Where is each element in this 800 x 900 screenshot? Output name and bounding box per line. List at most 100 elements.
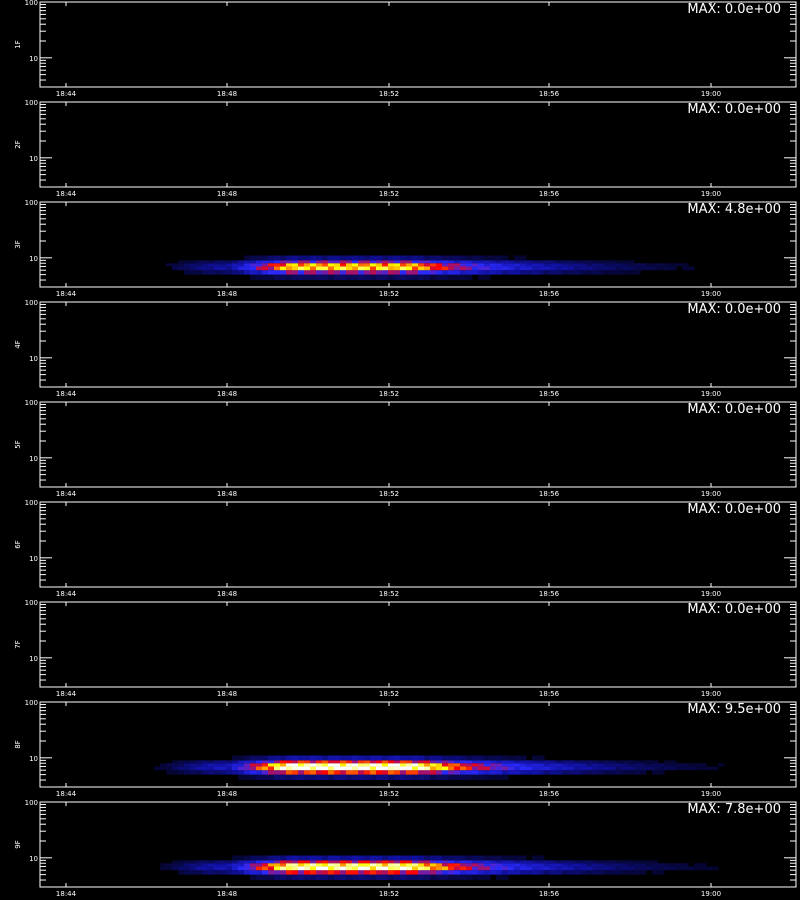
heat-cell — [316, 766, 323, 771]
heat-cell — [244, 770, 251, 775]
heat-cell — [442, 870, 449, 875]
heat-cell — [586, 860, 593, 864]
heat-cell — [268, 255, 275, 261]
heat-cell — [532, 266, 539, 271]
heat-cell — [580, 863, 587, 867]
heat-cell — [694, 763, 701, 767]
heat-cell — [244, 263, 251, 267]
heat-cell — [484, 863, 491, 867]
heat-cell — [250, 774, 257, 781]
heat-cell — [280, 255, 287, 261]
heat-cell — [502, 860, 509, 864]
heat-cell — [472, 755, 479, 761]
heat-cell — [574, 770, 581, 775]
heat-cell — [376, 274, 383, 281]
heat-cell — [502, 874, 509, 881]
heat-cell — [472, 263, 479, 267]
heat-cell — [346, 263, 353, 267]
heat-cell — [400, 266, 407, 271]
heat-cell — [424, 763, 431, 767]
heat-cell — [472, 766, 479, 771]
heat-cell — [274, 266, 281, 271]
heat-cell — [634, 263, 641, 267]
heat-cell — [532, 760, 539, 764]
heat-cell — [646, 263, 653, 267]
heat-cell — [514, 760, 521, 764]
heat-cell — [676, 863, 683, 867]
heat-cell — [670, 766, 677, 771]
heat-cell — [388, 863, 395, 867]
heat-cell — [394, 855, 401, 861]
heat-cell — [154, 766, 161, 771]
heat-cell — [454, 863, 461, 867]
heat-cell — [340, 263, 347, 267]
x-tick-label: 18:52 — [379, 290, 399, 298]
heat-cell — [322, 263, 329, 267]
heat-cell — [286, 260, 293, 264]
heat-cell — [460, 760, 467, 764]
heat-cell — [286, 266, 293, 271]
heat-cell — [238, 774, 245, 781]
heat-cell — [358, 760, 365, 764]
heat-cell — [334, 774, 341, 781]
heat-cell — [484, 270, 491, 275]
heat-cell — [394, 760, 401, 764]
heat-cell — [586, 763, 593, 767]
heat-cell — [550, 770, 557, 775]
heat-cell — [436, 763, 443, 767]
heat-cell — [472, 855, 479, 861]
heat-cell — [172, 266, 179, 271]
heat-cell — [454, 874, 461, 881]
heat-cell — [262, 763, 269, 767]
heat-cell — [322, 855, 329, 861]
heat-cell — [292, 874, 299, 881]
heat-cell — [250, 274, 257, 281]
heat-cell — [544, 766, 551, 771]
heat-cell — [298, 855, 305, 861]
y-axis-label: 9F — [14, 840, 22, 848]
heat-cell — [184, 763, 191, 767]
heat-cell — [472, 260, 479, 264]
heat-cell — [298, 870, 305, 875]
heat-cell — [178, 860, 185, 864]
heat-cell — [292, 760, 299, 764]
heat-cell — [310, 255, 317, 261]
heat-cell — [382, 260, 389, 264]
heat-cell — [586, 263, 593, 267]
heat-cell — [610, 270, 617, 275]
heat-cell — [532, 763, 539, 767]
heat-cell — [160, 866, 167, 871]
heat-cell — [670, 863, 677, 867]
heat-cell — [412, 870, 419, 875]
heat-cell — [364, 774, 371, 781]
heat-cell — [538, 263, 545, 267]
heat-cell — [454, 266, 461, 271]
heat-cell — [592, 860, 599, 864]
heat-cell — [226, 870, 233, 875]
heat-cell — [520, 255, 527, 261]
heat-cell — [634, 763, 641, 767]
heat-cell — [454, 260, 461, 264]
heat-cell — [358, 755, 365, 761]
heat-cell — [322, 260, 329, 264]
y-tick-label: 10 — [29, 255, 38, 263]
heat-cell — [388, 763, 395, 767]
heat-cell — [502, 763, 509, 767]
heat-cell — [412, 860, 419, 864]
heat-cell — [172, 263, 179, 267]
heat-cell — [532, 270, 539, 275]
heat-cell — [352, 774, 359, 781]
max-label: MAX: 0.0e+00 — [687, 302, 781, 317]
heat-cell — [514, 770, 521, 775]
heat-cell — [340, 763, 347, 767]
heat-cell — [304, 855, 311, 861]
heat-cell — [478, 260, 485, 264]
heat-cell — [550, 870, 557, 875]
heat-cell — [394, 874, 401, 881]
heat-cell — [298, 760, 305, 764]
heat-cell — [196, 266, 203, 271]
heat-cell — [418, 774, 425, 781]
heat-cell — [670, 763, 677, 767]
heat-cell — [448, 860, 455, 864]
heat-cell — [238, 755, 245, 761]
